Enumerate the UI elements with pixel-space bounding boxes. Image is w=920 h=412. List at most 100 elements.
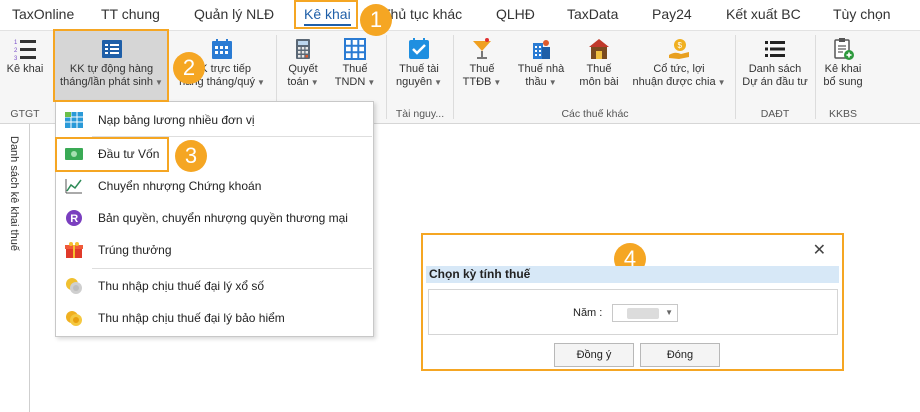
year-value-blurred <box>627 308 659 319</box>
quyet-toan-label-2: toán <box>287 76 309 88</box>
menu-item-ban-quyen[interactable]: R Bản quyền, chuyển nhượng quyền thương … <box>56 204 373 232</box>
tab-tt-chung[interactable]: TT chung <box>101 0 160 30</box>
thue-nha-thau-label-1: Thuế nhà <box>517 63 565 75</box>
thue-mon-bai-label-1: Thuế <box>586 63 612 75</box>
group-label-dadt: DAĐT <box>760 108 790 120</box>
thue-mon-bai-label-2: môn bài <box>579 76 619 88</box>
tab-pay24[interactable]: Pay24 <box>652 0 692 30</box>
group-label-cac-thue-khac: Các thuế khác <box>561 108 629 120</box>
ke-khai-label: Kê khai <box>6 63 44 75</box>
ribbon-separator <box>735 35 736 119</box>
menu-item-trung-thuong[interactable]: Trúng thưởng <box>56 236 373 264</box>
grid-icon <box>344 38 366 60</box>
svg-text:1: 1 <box>14 40 18 46</box>
group-label-gtgt: GTGT <box>10 108 40 120</box>
spreadsheet-icon <box>65 112 83 128</box>
list-icon <box>765 41 785 57</box>
chevron-down-icon: ▼ <box>665 308 673 317</box>
step-badge-2: 2 <box>173 52 205 84</box>
thue-tai-nguyen-button[interactable]: Thuế tài nguyên ▼ <box>390 31 448 101</box>
thue-nha-thau-label-2: thầu <box>525 76 547 88</box>
gift-icon <box>65 242 83 258</box>
building-icon <box>533 40 550 59</box>
tab-taxdata[interactable]: TaxData <box>567 0 618 30</box>
year-group: Năm : ▼ <box>428 289 838 335</box>
coin-hand-icon: $ <box>669 39 689 59</box>
thue-ttdb-button[interactable]: Thuế TTĐB ▼ <box>458 31 506 101</box>
chevron-down-icon: ▼ <box>493 78 502 87</box>
sidebar: Danh sách kê khai thuế <box>0 124 30 412</box>
tab-thu-tuc-khac[interactable]: Thủ tục khác <box>382 0 462 30</box>
menu-bar: TaxOnline TT chung Quản lý NLĐ Kê khai T… <box>0 0 920 30</box>
thue-nha-thau-button[interactable]: Thuế nhà thầu ▼ <box>512 31 570 101</box>
quyet-toan-button[interactable]: Quyết toán ▼ <box>280 31 326 101</box>
chevron-down-icon: ▼ <box>310 78 319 87</box>
menu-item-dai-ly-bao-hiem[interactable]: Thu nhập chịu thuế đại lý bảo hiểm <box>56 304 373 332</box>
list-numbered-icon: 1 2 3 <box>14 40 36 61</box>
clipboard-add-icon <box>834 38 854 60</box>
chart-line-icon <box>65 179 82 194</box>
sidebar-label[interactable]: Danh sách kê khai thuế <box>8 136 20 251</box>
ke-khai-bs-label-1: Kê khai <box>824 63 862 75</box>
danh-sach-du-an-button[interactable]: Danh sách Dự án đầu tư <box>740 31 810 101</box>
year-select[interactable]: ▼ <box>612 304 678 322</box>
highlight-kk-tu-dong <box>53 29 169 102</box>
period-dialog: 4 ✕ Chọn kỳ tính thuế Năm : ▼ Đồng ý Đón… <box>421 233 844 371</box>
cocktail-icon <box>473 38 491 59</box>
shop-icon <box>589 39 609 59</box>
step-badge-1: 1 <box>360 4 392 36</box>
co-tuc-label-2: nhuận được chia <box>632 76 716 88</box>
highlight-ke-khai-tab <box>294 0 358 29</box>
ok-button[interactable]: Đồng ý <box>554 343 634 367</box>
chevron-down-icon: ▼ <box>434 78 442 87</box>
ribbon-separator <box>815 35 816 119</box>
co-tuc-button[interactable]: $ Cổ tức, lợi nhuận được chia ▼ <box>628 31 730 101</box>
tab-quan-ly-nld[interactable]: Quản lý NLĐ <box>194 0 274 30</box>
chevron-down-icon: ▼ <box>548 78 557 87</box>
menu-separator <box>92 268 372 269</box>
thue-tai-nguyen-label-1: Thuế tài <box>399 63 439 75</box>
danh-sach-label-1: Danh sách <box>748 63 802 75</box>
coins-icon <box>66 311 82 326</box>
tab-taxonline[interactable]: TaxOnline <box>12 0 74 30</box>
menu-item-dai-ly-xo-so[interactable]: Thu nhập chịu thuế đại lý xổ số <box>56 272 373 300</box>
ke-khai-button[interactable]: 1 2 3 Kê khai <box>2 31 48 101</box>
ribbon-separator <box>453 35 454 119</box>
checkbox-icon <box>409 38 429 59</box>
calendar-icon <box>212 39 232 59</box>
close-button[interactable]: Đóng <box>640 343 720 367</box>
quyet-toan-label-1: Quyết <box>288 63 318 75</box>
highlight-dau-tu-von <box>55 137 169 172</box>
registered-icon: R <box>66 210 82 226</box>
thue-tndn-label-1: Thuế <box>342 63 368 75</box>
svg-text:2: 2 <box>14 48 18 54</box>
close-icon[interactable]: ✕ <box>813 240 826 260</box>
chevron-down-icon: ▼ <box>367 78 376 87</box>
dialog-title: Chọn kỳ tính thuế <box>429 267 531 281</box>
ke-khai-bo-sung-button[interactable]: Kê khai bổ sung <box>820 31 866 101</box>
year-label: Năm : <box>573 307 603 319</box>
thue-mon-bai-button[interactable]: Thuế môn bài <box>576 31 622 101</box>
tab-qlhd[interactable]: QLHĐ <box>496 0 535 30</box>
tab-tuy-chon[interactable]: Tùy chọn <box>833 0 891 30</box>
tab-ket-xuat-bc[interactable]: Kết xuất BC <box>726 0 801 30</box>
group-label-kkbs: KKBS <box>828 108 857 120</box>
thue-tndn-button[interactable]: Thuế TNDN ▼ <box>330 31 380 101</box>
step-badge-3: 3 <box>175 140 207 172</box>
thue-ttdb-label-1: Thuế <box>469 63 495 75</box>
group-label-tai-nguyen: Tài nguy... <box>395 108 445 120</box>
co-tuc-label-1: Cổ tức, lợi <box>653 63 705 75</box>
menu-item-nap-bang-luong[interactable]: Nạp bảng lương nhiều đơn vị <box>56 106 373 134</box>
menu-item-chuyen-nhuong-chung-khoan[interactable]: Chuyển nhượng Chứng khoán <box>56 172 373 200</box>
svg-text:R: R <box>70 213 78 225</box>
chevron-down-icon: ▼ <box>256 78 265 87</box>
ke-khai-bs-label-2: bổ sung <box>823 76 863 88</box>
coin-stack-icon <box>66 278 82 294</box>
svg-text:$: $ <box>678 41 683 50</box>
ribbon-separator <box>386 35 387 119</box>
dialog-title-bar: Chọn kỳ tính thuế <box>426 266 839 283</box>
thue-ttdb-label-2: TTĐB <box>462 76 492 88</box>
danh-sach-label-2: Dự án đầu tư <box>742 76 808 88</box>
chevron-down-icon: ▼ <box>717 78 726 87</box>
svg-text:3: 3 <box>14 56 18 61</box>
